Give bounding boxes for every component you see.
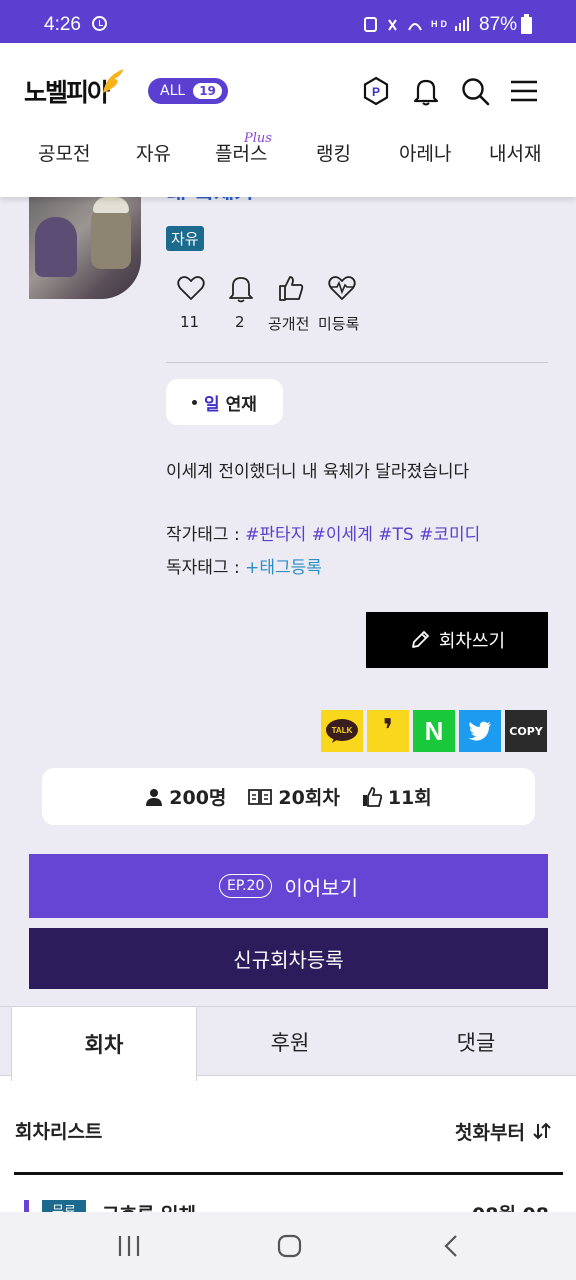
write-episode-label: 회차쓰기 xyxy=(438,631,506,652)
back-icon[interactable] xyxy=(436,1234,466,1258)
sort-toggle[interactable]: 첫화부터 xyxy=(455,1118,552,1145)
author-tags-line: 작가태그 : #판타지 #이세계 #TS #코미디 xyxy=(166,520,480,545)
new-episode-button[interactable]: 신규회차등록 xyxy=(29,928,548,989)
genre-badge: 자유 xyxy=(166,226,204,251)
thumbs-up-icon[interactable] xyxy=(276,273,306,303)
thumbs-up-icon xyxy=(362,786,382,807)
svg-text:P: P xyxy=(372,85,380,99)
tab-contest[interactable]: 공모전 xyxy=(38,139,90,166)
copy-link-button[interactable]: COPY xyxy=(505,710,547,752)
add-tag-link[interactable]: +태그등록 xyxy=(245,558,322,578)
schedule-badge: 일 연재 xyxy=(166,379,283,425)
kakaostory-icon: ❜ xyxy=(382,713,394,748)
pencil-icon xyxy=(411,631,429,648)
list-divider xyxy=(14,1172,563,1175)
point-icon[interactable]: P xyxy=(360,75,392,107)
synopsis: 이세계 전이했더니 내 육체가 달라졌습니다 xyxy=(166,462,470,482)
system-nav-bar xyxy=(0,1212,576,1280)
alarm-icon xyxy=(92,16,107,31)
app-header: 노벨피아 ALL 19 P 공모전 자유 플러스 Plus 랭킹 아레나 내서재 xyxy=(0,43,576,197)
top-tab-bar: 공모전 자유 플러스 Plus 랭킹 아레나 내서재 xyxy=(0,131,576,179)
battery-percent: 87% xyxy=(479,14,518,35)
heartbeat-icon[interactable] xyxy=(327,273,357,303)
logo-wing-icon xyxy=(103,69,124,93)
svg-text:TALK: TALK xyxy=(332,726,353,735)
views-count: 200명 xyxy=(169,787,227,809)
summary-episodes: 20회차 xyxy=(248,783,340,810)
schedule-day: 일 xyxy=(204,394,220,415)
summary-views: 200명 xyxy=(145,783,226,810)
copy-label: COPY xyxy=(509,724,543,738)
kakaostory-share-button[interactable]: ❜ xyxy=(367,710,409,752)
continue-reading-button[interactable]: EP.20 이어보기 xyxy=(29,854,548,918)
all-filter-badge[interactable]: ALL 19 xyxy=(148,78,228,104)
svg-text:HD: HD xyxy=(431,19,450,29)
book-icon xyxy=(248,788,273,805)
episode-list-title: 회차리스트 xyxy=(15,1121,103,1143)
menu-icon[interactable] xyxy=(508,75,540,107)
bullet-dot xyxy=(192,399,198,405)
heart-icon[interactable] xyxy=(176,273,206,303)
tab-free[interactable]: 자유 xyxy=(136,139,171,166)
bell-icon[interactable] xyxy=(410,75,442,107)
home-icon[interactable] xyxy=(275,1234,305,1258)
plus-script-label: Plus xyxy=(244,131,272,146)
status-time: 4:26 xyxy=(44,14,81,35)
tab-comments[interactable]: 댓글 xyxy=(383,1007,569,1077)
recommends-count: 11회 xyxy=(387,787,432,809)
naver-icon: N xyxy=(424,715,444,746)
cover-figure xyxy=(35,217,77,277)
person-icon xyxy=(146,788,163,806)
sort-arrows-icon xyxy=(532,1122,551,1140)
alarm-count: 2 xyxy=(235,313,245,331)
search-icon[interactable] xyxy=(459,75,491,107)
divider xyxy=(166,362,548,363)
write-episode-button[interactable]: 회차쓰기 xyxy=(366,612,548,668)
tab-episodes[interactable]: 회차 xyxy=(11,1007,197,1081)
naver-share-button[interactable]: N xyxy=(413,710,455,752)
reader-tags-line: 독자태그 : +태그등록 xyxy=(166,553,322,578)
twitter-bird-icon xyxy=(468,721,491,741)
schedule-label: 연재 xyxy=(225,394,257,415)
bell-icon[interactable] xyxy=(226,273,256,303)
battery-icon xyxy=(521,14,532,34)
novel-cover-image xyxy=(29,197,141,299)
sort-label: 첫화부터 xyxy=(455,1122,525,1144)
status-bar: 4:26 HD 87% xyxy=(0,0,576,43)
kakaotalk-share-button[interactable]: TALK xyxy=(321,710,363,752)
connectivity-icons: HD xyxy=(364,17,469,32)
episode-number-badge: EP.20 xyxy=(219,874,273,898)
tab-arena[interactable]: 아레나 xyxy=(399,139,451,166)
recommend-status: 공개전 xyxy=(268,315,310,333)
summary-recommends: 11회 xyxy=(362,783,432,810)
author-tags-label: 작가태그 : xyxy=(166,525,246,545)
episodes-count: 20회차 xyxy=(278,787,340,809)
tab-ranking[interactable]: 랭킹 xyxy=(316,139,351,166)
content-tab-bar: 회차 후원 댓글 xyxy=(0,1006,576,1081)
system-icons: HD xyxy=(363,16,473,38)
likes-count: 11 xyxy=(180,313,200,331)
reader-tags-label: 독자태그 : xyxy=(166,558,246,578)
kakaotalk-icon: TALK xyxy=(326,719,358,743)
tab-my-library[interactable]: 내서재 xyxy=(489,139,541,166)
tab-support[interactable]: 후원 xyxy=(197,1007,383,1077)
summary-stats: 200명 20회차 11회 xyxy=(42,768,535,825)
support-status: 미등록 xyxy=(318,315,360,333)
recent-apps-icon[interactable] xyxy=(114,1234,144,1258)
app-logo[interactable]: 노벨피아 xyxy=(24,73,110,109)
cover-helmet xyxy=(93,197,129,213)
all-label: ALL xyxy=(160,83,186,99)
continue-reading-label: 이어보기 xyxy=(284,875,358,900)
twitter-share-button[interactable] xyxy=(459,710,501,752)
author-tags[interactable]: #판타지 #이세계 #TS #코미디 xyxy=(245,525,480,545)
all-count: 19 xyxy=(193,83,222,99)
